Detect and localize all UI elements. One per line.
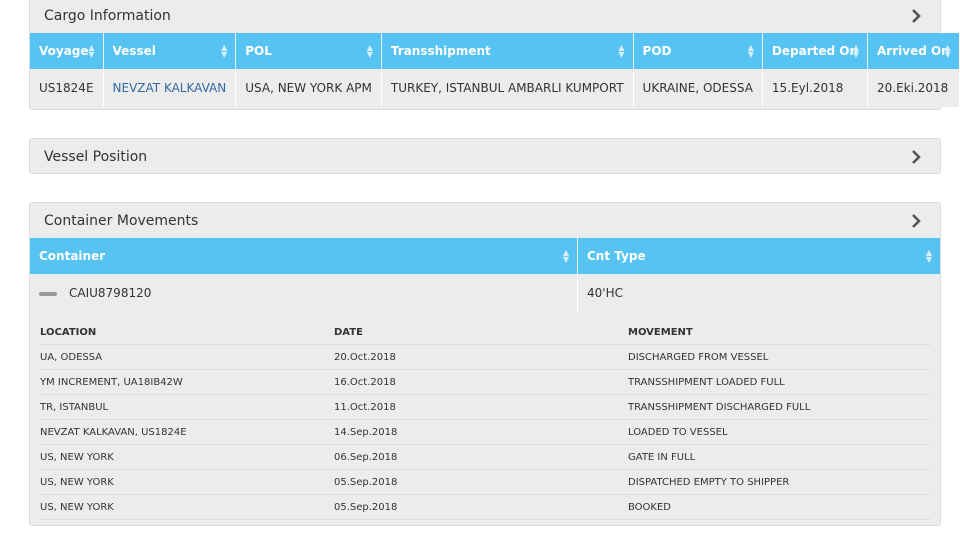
movement-row: US, NEW YORK 06.Sep.2018 GATE IN FULL [40,445,930,470]
col-departed-on[interactable]: Departed On ▲ ▼ [762,33,869,69]
vessel-link[interactable]: NEVZAT KALKAVAN [103,69,237,107]
movement-type: BOOKED [628,501,672,513]
col-arrived-on[interactable]: Arrived On ▲ ▼ [867,33,959,69]
table-row: US1824E NEVZAT KALKAVAN USA, NEW YORK AP… [30,69,959,107]
movement-header: LOCATION DATE MOVEMENT [40,320,930,345]
movement-date: 11.Oct.2018 [334,401,396,413]
col-voyage[interactable]: Voyage ▲ ▼ [30,33,104,69]
container-id: CAIU8798120 [69,286,152,300]
sort-icon[interactable]: ▲ ▼ [563,249,569,264]
movement-date: 06.Sep.2018 [334,451,398,463]
sort-icon[interactable]: ▲ ▼ [88,44,94,59]
sort-icon[interactable]: ▲ ▼ [618,44,624,59]
movement-header-movement: MOVEMENT [628,326,693,338]
movement-type: TRANSSHIPMENT DISCHARGED FULL [628,401,811,413]
cell-container: CAIU8798120 [30,274,578,312]
container-movements-header[interactable]: Container Movements [30,203,940,238]
col-container[interactable]: Container ▲ ▼ [30,238,578,274]
table-row[interactable]: CAIU8798120 40'HC [30,274,940,312]
sort-icon[interactable]: ▲ ▼ [221,44,227,59]
vessel-position-title: Vessel Position [44,148,148,165]
movement-row: UA, ODESSA 20.Oct.2018 DISCHARGED FROM V… [40,345,930,370]
chevron-right-icon[interactable] [906,6,926,26]
cell-departed-on: 15.Eyl.2018 [762,69,869,107]
cargo-table: Voyage ▲ ▼ Vessel ▲ ▼ POL ▲ ▼ Transshipment ▲ ▼ … [30,33,959,107]
movement-date: 14.Sep.2018 [334,426,398,438]
cell-pod: UKRAINE, ODESSA [633,69,763,107]
vessel-position-panel: Vessel Position [29,138,941,174]
movement-location: YM INCREMENT, UA18IB42W [40,376,183,388]
movement-row: TR, ISTANBUL 11.Oct.2018 TRANSSHIPMENT D… [40,395,930,420]
movement-date: 20.Oct.2018 [334,351,396,363]
container-table: Container ▲ ▼ Cnt Type ▲ ▼ CAIU8798120 40'HC [30,238,940,312]
movement-type: GATE IN FULL [628,451,696,463]
sort-icon[interactable]: ▲ ▼ [926,249,932,264]
container-movements-title: Container Movements [44,212,199,229]
cargo-information-header[interactable]: Cargo Information [30,0,940,33]
col-pod[interactable]: POD ▲ ▼ [633,33,763,69]
movement-type: LOADED TO VESSEL [628,426,728,438]
chevron-right-icon[interactable] [906,147,926,167]
movement-location: TR, ISTANBUL [40,401,109,413]
cell-cnt-type: 40'HC [577,274,940,312]
movement-date: 16.Oct.2018 [334,376,396,388]
movement-type: DISCHARGED FROM VESSEL [628,351,769,363]
minus-icon[interactable] [39,291,57,296]
movement-header-location: LOCATION [40,326,97,338]
cell-transshipment: TURKEY, ISTANBUL AMBARLI KUMPORT [381,69,634,107]
col-cnt-type[interactable]: Cnt Type ▲ ▼ [577,238,940,274]
cell-pol: USA, NEW YORK APM [235,69,382,107]
col-transshipment[interactable]: Transshipment ▲ ▼ [381,33,634,69]
movement-location: UA, ODESSA [40,351,103,363]
movement-type: TRANSSHIPMENT LOADED FULL [628,376,785,388]
movement-type: DISPATCHED EMPTY TO SHIPPER [628,476,790,488]
movement-location: US, NEW YORK [40,476,114,488]
movement-row: NEVZAT KALKAVAN, US1824E 14.Sep.2018 LOA… [40,420,930,445]
col-vessel[interactable]: Vessel ▲ ▼ [103,33,237,69]
container-movements-panel: Container Movements Container ▲ ▼ Cnt Type… [29,202,941,526]
movement-row: US, NEW YORK 05.Sep.2018 BOOKED [40,495,930,520]
movement-row: US, NEW YORK 05.Sep.2018 DISPATCHED EMPT… [40,470,930,495]
movement-location: US, NEW YORK [40,451,114,463]
cell-arrived-on: 20.Eki.2018 [867,69,959,107]
chevron-right-icon[interactable] [906,211,926,231]
sort-icon[interactable]: ▲ ▼ [945,44,951,59]
container-table-header: Container ▲ ▼ Cnt Type ▲ ▼ [30,238,940,274]
sort-icon[interactable]: ▲ ▼ [367,44,373,59]
cell-voyage: US1824E [30,69,104,107]
movement-location: US, NEW YORK [40,501,114,513]
sort-icon[interactable]: ▲ ▼ [748,44,754,59]
sort-icon[interactable]: ▲ ▼ [853,44,859,59]
movement-date: 05.Sep.2018 [334,501,398,513]
cargo-information-title: Cargo Information [44,7,171,24]
vessel-position-header[interactable]: Vessel Position [30,139,940,174]
movement-list: LOCATION DATE MOVEMENT UA, ODESSA 20.Oct… [40,312,930,520]
col-pol[interactable]: POL ▲ ▼ [235,33,382,69]
movement-location: NEVZAT KALKAVAN, US1824E [40,426,187,438]
cargo-information-panel: Cargo Information Voyage ▲ ▼ Vessel ▲ ▼ POL ▲… [29,0,959,110]
movement-date: 05.Sep.2018 [334,476,398,488]
cargo-table-header: Voyage ▲ ▼ Vessel ▲ ▼ POL ▲ ▼ Transshipment ▲ ▼ … [30,33,959,69]
movement-row: YM INCREMENT, UA18IB42W 16.Oct.2018 TRAN… [40,370,930,395]
movement-header-date: DATE [334,326,363,338]
